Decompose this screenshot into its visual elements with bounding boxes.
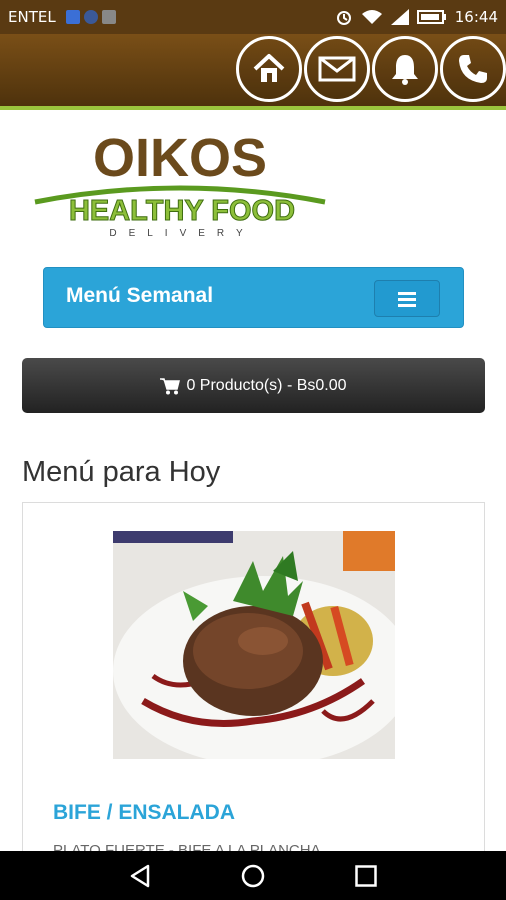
alarm-icon: [336, 11, 351, 25]
logo-brand: OIKOS: [93, 128, 267, 188]
status-bar: ENTEL 16:44: [0, 0, 506, 34]
battery-icon: [416, 10, 446, 24]
envelope-icon: [318, 56, 356, 82]
home-icon: [253, 54, 285, 82]
hamburger-icon: [398, 291, 416, 307]
phone-button[interactable]: [440, 36, 506, 102]
recents-icon[interactable]: [354, 864, 378, 888]
cart-icon: [160, 377, 181, 394]
back-icon[interactable]: [128, 864, 152, 888]
notification-icon: [65, 10, 80, 24]
cart-button[interactable]: 0 Producto(s) - Bs0.00: [22, 358, 485, 413]
home-button[interactable]: [236, 36, 302, 102]
bell-icon: [392, 55, 418, 85]
app-header: [0, 34, 506, 110]
phone-icon: [459, 55, 487, 83]
signal-icon: [390, 9, 409, 25]
food-image[interactable]: [113, 531, 395, 759]
menu-item-card[interactable]: BIFE / ENSALADA PLATO FUERTE - BIFE A LA…: [22, 502, 485, 900]
alerts-button[interactable]: [372, 36, 438, 102]
carrier-label: ENTEL: [8, 8, 56, 26]
brand-logo: OIKOS HEALTHY FOOD DELIVERY: [30, 126, 330, 239]
navbar-title[interactable]: Menú Semanal: [66, 284, 213, 308]
logo-subtitle: DELIVERY: [109, 228, 254, 238]
system-nav-bar: [0, 851, 506, 900]
section-title: Menú para Hoy: [22, 456, 221, 488]
mail-button[interactable]: [304, 36, 370, 102]
navbar: Menú Semanal: [43, 267, 464, 328]
home-circle-icon[interactable]: [241, 864, 265, 888]
cart-label: 0 Producto(s) - Bs0.00: [186, 376, 347, 394]
wifi-icon: [361, 10, 382, 24]
item-title[interactable]: BIFE / ENSALADA: [53, 801, 235, 825]
facebook-icon: [83, 10, 98, 24]
logo-tagline: HEALTHY FOOD: [69, 195, 295, 227]
image-icon: [101, 10, 116, 24]
menu-toggle-button[interactable]: [374, 280, 440, 317]
clock: 16:44: [454, 8, 498, 26]
